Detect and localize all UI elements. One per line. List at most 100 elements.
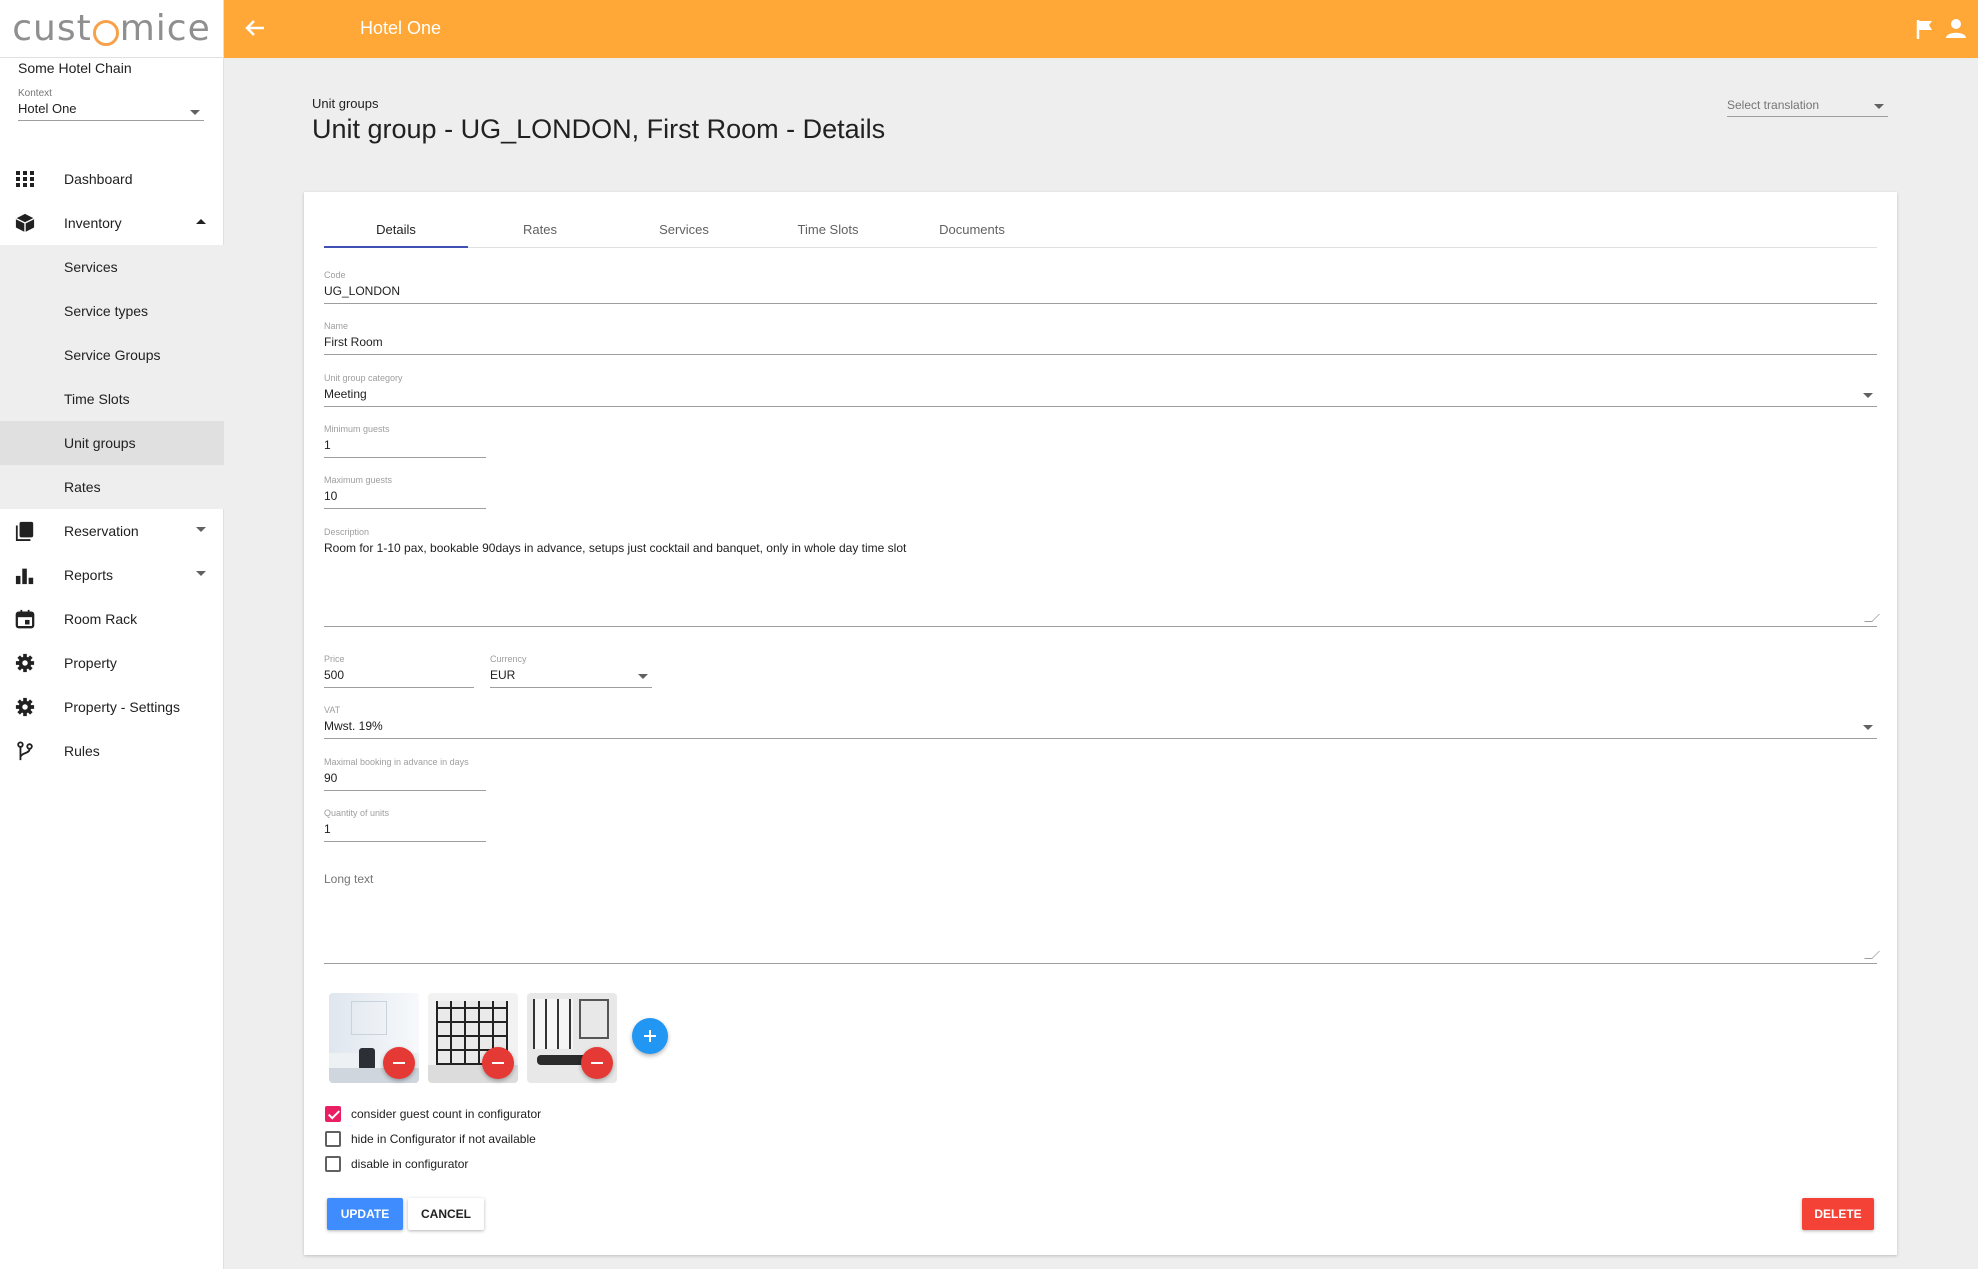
translation-placeholder: Select translation <box>1727 98 1820 112</box>
cancel-button[interactable]: CANCEL <box>408 1198 484 1230</box>
sidebar-item-services[interactable]: Services <box>0 245 224 289</box>
maximum-guests-field[interactable]: Maximum guests 10 <box>324 475 486 509</box>
tab-details[interactable]: Details <box>324 222 468 248</box>
max-booking-advance-field[interactable]: Maximal booking in advance in days 90 <box>324 757 486 791</box>
context-select[interactable]: Kontext Hotel One <box>18 88 204 121</box>
page-title: Unit group - UG_LONDON, First Room - Det… <box>312 114 886 144</box>
chevron-up-icon <box>196 219 206 224</box>
sidebar-item-service-types[interactable]: Service types <box>0 289 224 333</box>
chevron-down-icon <box>196 527 206 532</box>
sidebar-item-label: Reports <box>64 567 114 583</box>
gear-icon <box>15 653 35 673</box>
sidebar-item-unit-groups[interactable]: Unit groups <box>0 421 224 465</box>
tab-rates[interactable]: Rates <box>468 222 612 248</box>
chevron-down-icon <box>1863 725 1873 730</box>
field-value: 1 <box>324 438 331 452</box>
field-value: 90 <box>324 771 338 785</box>
currency-select[interactable]: Currency EUR <box>490 654 652 688</box>
field-value: 10 <box>324 489 338 503</box>
long-text-textarea[interactable]: Long text <box>324 872 1880 964</box>
minimum-guests-field[interactable]: Minimum guests 1 <box>324 424 486 458</box>
field-value: Meeting <box>324 387 367 401</box>
thumbnail-window <box>351 1001 387 1035</box>
sidebar-item-label: Inventory <box>64 215 122 231</box>
tab-services[interactable]: Services <box>612 222 756 248</box>
unit-group-category-select[interactable]: Unit group category Meeting <box>324 373 1877 407</box>
branch-icon <box>17 741 33 761</box>
checkbox-label: disable in configurator <box>351 1157 469 1171</box>
translation-select[interactable]: Select translation <box>1727 98 1888 117</box>
sidebar-item-label: Property - Settings <box>64 699 180 715</box>
top-app-bar: Hotel One <box>224 0 1978 58</box>
sidebar-item-property-settings[interactable]: Property - Settings <box>0 685 224 729</box>
sidebar-item-dashboard[interactable]: Dashboard <box>0 157 224 201</box>
back-arrow-icon[interactable] <box>244 17 266 39</box>
bar-chart-icon <box>15 568 34 585</box>
sidebar-item-inventory[interactable]: Inventory <box>0 201 224 245</box>
field-label: Code <box>324 270 346 280</box>
checkbox-unchecked-icon[interactable] <box>325 1131 341 1147</box>
chevron-down-icon <box>196 571 206 576</box>
quantity-of-units-field[interactable]: Quantity of units 1 <box>324 808 486 842</box>
checkbox-hide-if-unavailable[interactable]: hide in Configurator if not available <box>325 1130 536 1148</box>
field-label: VAT <box>324 705 341 715</box>
remove-image-button[interactable] <box>581 1047 613 1079</box>
sidebar-item-room-rack[interactable]: Room Rack <box>0 597 224 641</box>
checkbox-disable-in-configurator[interactable]: disable in configurator <box>325 1155 468 1173</box>
chevron-down-icon <box>1863 393 1873 398</box>
thumbnail-window-grid <box>533 999 573 1049</box>
sidebar-item-label: Service types <box>64 303 149 319</box>
sidebar-item-rules[interactable]: Rules <box>0 729 224 773</box>
sidebar-item-reports[interactable]: Reports <box>0 553 224 597</box>
vat-select[interactable]: VAT Mwst. 19% <box>324 705 1877 739</box>
checkbox-unchecked-icon[interactable] <box>325 1156 341 1172</box>
field-value: 1 <box>324 822 331 836</box>
sidebar-item-property[interactable]: Property <box>0 641 224 685</box>
sidebar-item-time-slots[interactable]: Time Slots <box>0 377 224 421</box>
field-label: Name <box>324 321 349 331</box>
resize-handle-icon[interactable] <box>1864 614 1880 622</box>
field-value: 500 <box>324 668 345 682</box>
sidebar-item-reservation[interactable]: Reservation <box>0 509 224 553</box>
add-image-button[interactable] <box>632 1018 668 1054</box>
description-textarea[interactable]: Description Room for 1-10 pax, bookable … <box>324 527 1880 627</box>
grid-icon <box>16 171 34 187</box>
field-value: UG_LONDON <box>324 284 401 298</box>
sidebar-item-label: Room Rack <box>64 611 138 627</box>
context-label: Kontext <box>18 88 52 99</box>
tab-documents[interactable]: Documents <box>900 222 1044 248</box>
delete-button[interactable]: DELETE <box>1802 1198 1874 1230</box>
sidebar-item-label: Rules <box>64 743 100 759</box>
breadcrumb[interactable]: Unit groups <box>312 96 378 111</box>
name-field[interactable]: Name First Room <box>324 321 1877 355</box>
tab-time-slots[interactable]: Time Slots <box>756 222 900 248</box>
field-label: Maximal booking in advance in days <box>324 757 469 767</box>
context-value: Hotel One <box>18 101 77 116</box>
hotel-chain-name: Some Hotel Chain <box>18 60 132 76</box>
field-label: Price <box>324 654 345 664</box>
logo-fingerprint-icon <box>92 19 119 46</box>
sidebar-item-rates[interactable]: Rates <box>0 465 224 509</box>
topbar-title: Hotel One <box>360 18 442 38</box>
remove-image-button[interactable] <box>482 1047 514 1079</box>
sidebar-item-service-groups[interactable]: Service Groups <box>0 333 224 377</box>
field-label: Currency <box>490 654 527 664</box>
remove-image-button[interactable] <box>383 1047 415 1079</box>
calendar-icon <box>15 609 35 629</box>
sidebar: cust mice Some Hotel Chain Kontext Hotel … <box>0 0 224 1269</box>
sidebar-item-label: Property <box>64 655 117 671</box>
flag-icon[interactable] <box>1916 19 1934 39</box>
checkbox-consider-guest-count[interactable]: consider guest count in configurator <box>325 1105 541 1123</box>
code-field[interactable]: Code UG_LONDON <box>324 270 1877 304</box>
sidebar-item-label: Service Groups <box>64 347 161 363</box>
sidebar-nav: Dashboard Inventory Services Service typ… <box>0 157 224 773</box>
update-button[interactable]: UPDATE <box>327 1198 403 1230</box>
checkbox-checked-icon[interactable] <box>325 1106 341 1122</box>
user-icon[interactable] <box>1946 18 1966 38</box>
sidebar-item-label: Reservation <box>64 523 139 539</box>
customice-logo[interactable]: cust mice <box>0 0 223 58</box>
tab-bar: Details Rates Services Time Slots Docume… <box>324 222 1877 248</box>
field-label: Description <box>324 527 370 537</box>
price-field[interactable]: Price 500 <box>324 654 474 688</box>
resize-handle-icon[interactable] <box>1864 951 1880 959</box>
